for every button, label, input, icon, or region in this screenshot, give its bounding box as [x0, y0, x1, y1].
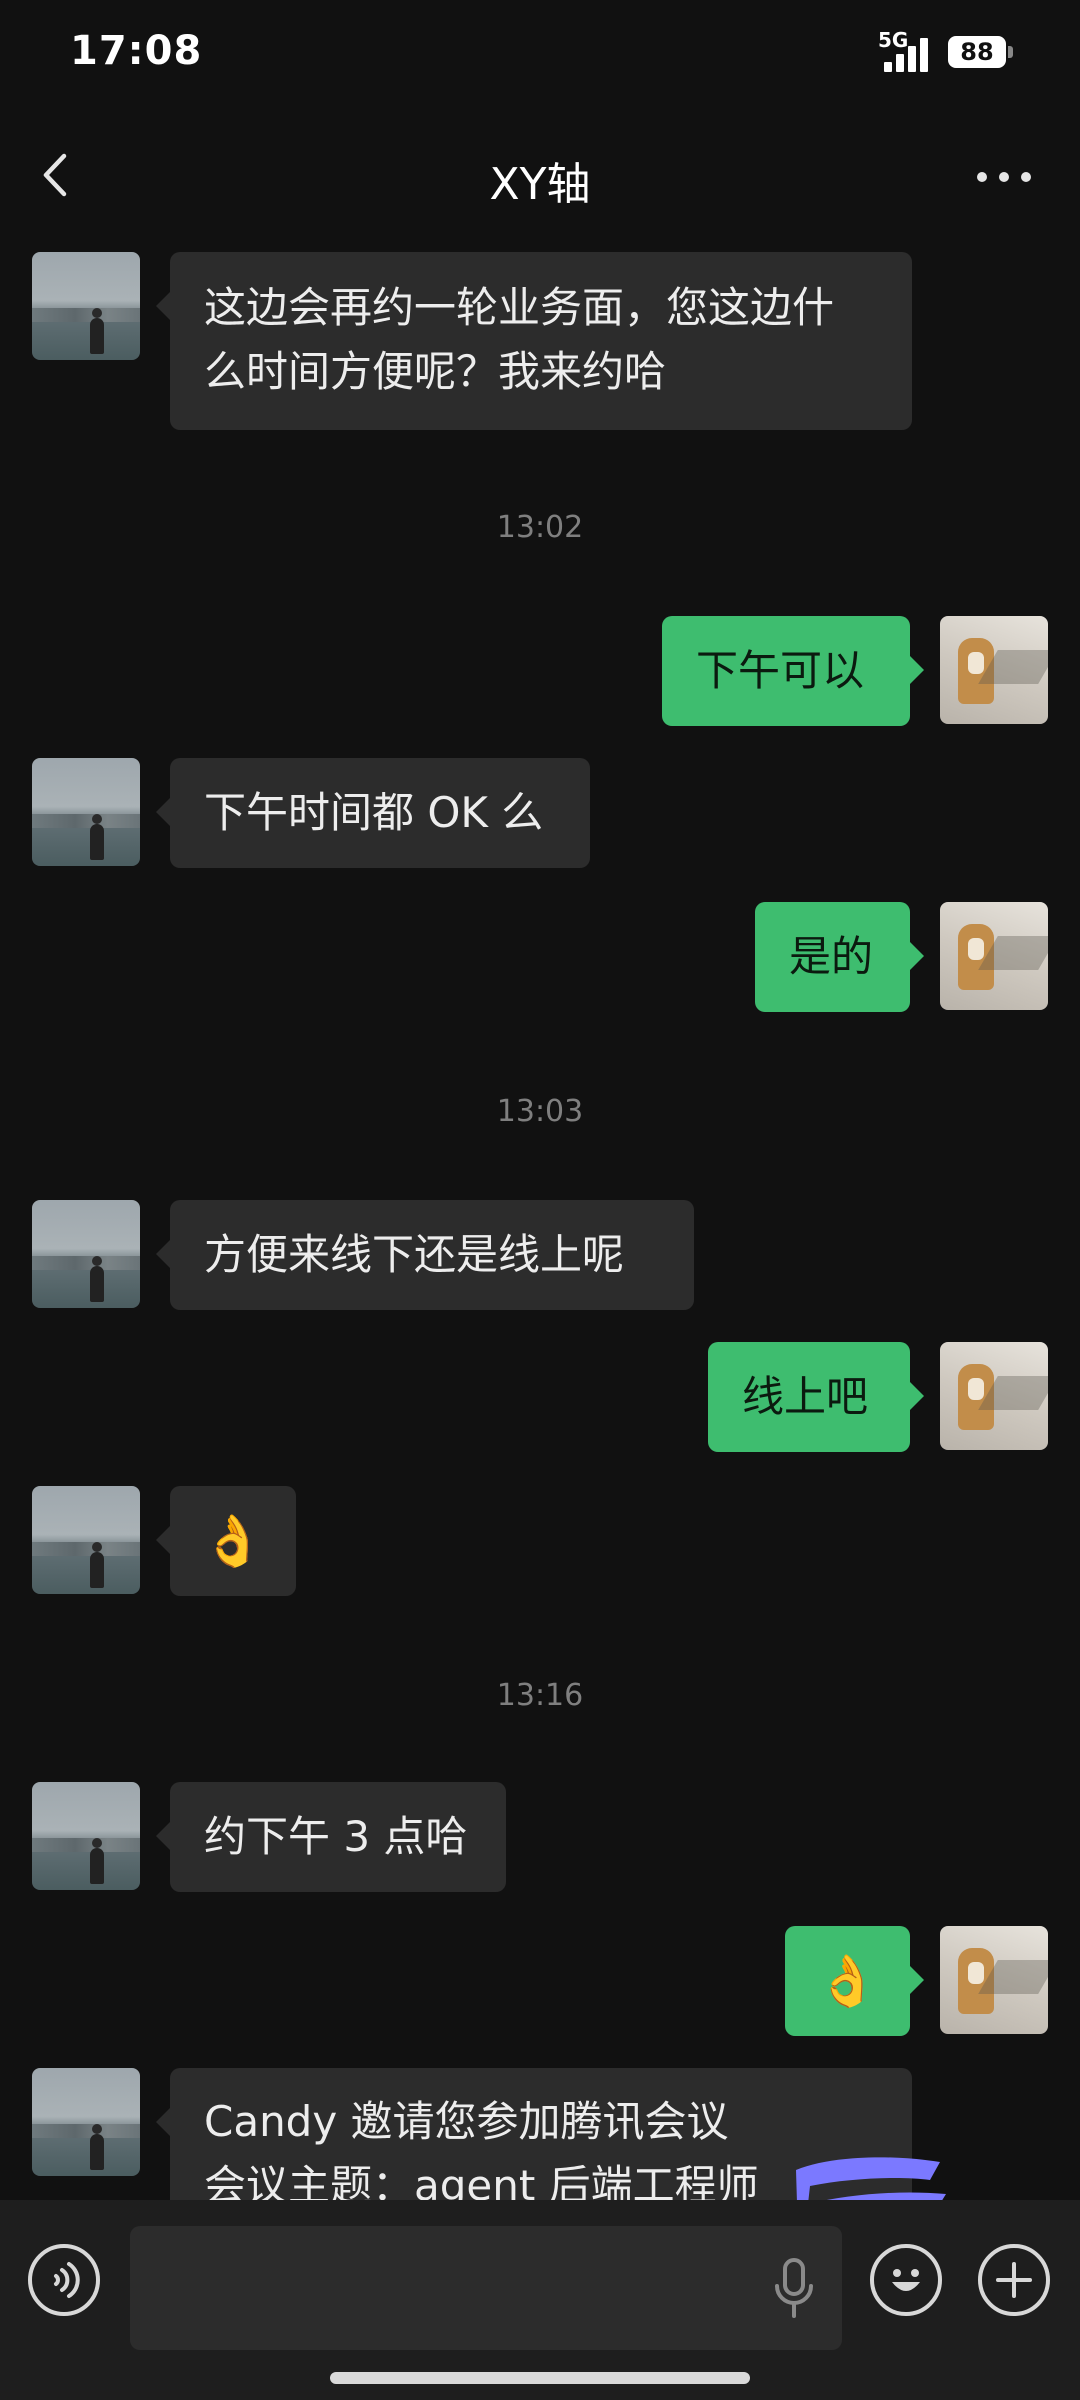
message-text: 线上吧 — [742, 1372, 869, 1421]
status-time: 17:08 — [70, 28, 203, 74]
ok-hand-emoji: 👌 — [201, 1512, 265, 1570]
cellular-signal-icon: 5G — [878, 28, 938, 72]
my-avatar[interactable] — [940, 1342, 1048, 1450]
network-type: 5G — [878, 28, 909, 52]
message-list[interactable]: 这边会再约一轮业务面，您这边什 么时间方便呢？我来约哈 13:02 下午可以 下… — [0, 230, 1080, 2200]
contact-avatar[interactable] — [32, 1486, 140, 1594]
home-indicator[interactable] — [330, 2372, 750, 2384]
message-bubble-incoming[interactable]: 👌 — [156, 1486, 296, 1596]
chat-title: XY轴 — [489, 159, 591, 210]
plus-button[interactable] — [978, 2244, 1050, 2316]
message-bubble-incoming[interactable]: 这边会再约一轮业务面，您这边什 么时间方便呢？我来约哈 — [156, 252, 912, 430]
message-text: 下午可以 — [696, 646, 865, 695]
message-text: 下午时间都 OK 么 — [204, 788, 544, 837]
plus-icon — [996, 2262, 1032, 2298]
battery-icon: 88 — [948, 36, 1006, 68]
message-bubble-outgoing[interactable]: 👌 — [785, 1926, 924, 2036]
my-avatar[interactable] — [940, 902, 1048, 1010]
status-bar: 17:08 5G 88 — [0, 0, 1080, 110]
contact-avatar[interactable] — [32, 758, 140, 866]
message-text: Candy 邀请您参加腾讯会议 会议主题：agent 后端工程师 — [204, 2097, 759, 2200]
message-bubble-outgoing[interactable]: 下午可以 — [662, 616, 924, 726]
contact-avatar[interactable] — [32, 2068, 140, 2176]
battery-level: 88 — [960, 38, 994, 66]
chevron-left-icon[interactable] — [30, 148, 84, 202]
timestamp: 13:03 — [496, 1094, 584, 1129]
message-text: 约下午 3 点哈 — [204, 1812, 468, 1861]
timestamp: 13:02 — [496, 510, 584, 545]
message-text: 这边会再约一轮业务面，您这边什 么时间方便呢？我来约哈 — [204, 283, 835, 396]
emoji-icon — [892, 2269, 920, 2291]
my-avatar[interactable] — [940, 616, 1048, 724]
message-text: 方便来线下还是线上呢 — [204, 1230, 625, 1279]
voice-toggle-button[interactable] — [28, 2244, 100, 2316]
timestamp: 13:16 — [496, 1678, 584, 1713]
contact-avatar[interactable] — [32, 1782, 140, 1890]
my-avatar[interactable] — [940, 1926, 1048, 2034]
message-bubble-incoming[interactable]: 约下午 3 点哈 — [156, 1782, 506, 1892]
input-bar — [0, 2200, 1080, 2400]
message-bubble-incoming[interactable]: 方便来线下还是线上呢 — [156, 1200, 694, 1310]
message-input[interactable] — [130, 2226, 842, 2350]
voice-toggle-icon — [54, 2262, 80, 2298]
message-bubble-incoming[interactable]: 下午时间都 OK 么 — [156, 758, 590, 868]
microphone-icon[interactable] — [772, 2256, 816, 2320]
message-bubble-outgoing[interactable]: 线上吧 — [708, 1342, 924, 1452]
emoji-button[interactable] — [870, 2244, 942, 2316]
ok-hand-emoji: 👌 — [816, 1952, 879, 2010]
contact-avatar[interactable] — [32, 1200, 140, 1308]
chat-header: XY轴 — [0, 120, 1080, 230]
message-bubble-outgoing[interactable]: 是的 — [755, 902, 924, 1012]
more-horizontal-icon[interactable] — [972, 150, 1036, 204]
contact-avatar[interactable] — [32, 252, 140, 360]
message-text: 是的 — [789, 932, 874, 981]
chat-screen: 17:08 5G 88 XY轴 这边会再约一轮业务面，您这边什 么时间方便呢？我… — [0, 0, 1080, 2400]
